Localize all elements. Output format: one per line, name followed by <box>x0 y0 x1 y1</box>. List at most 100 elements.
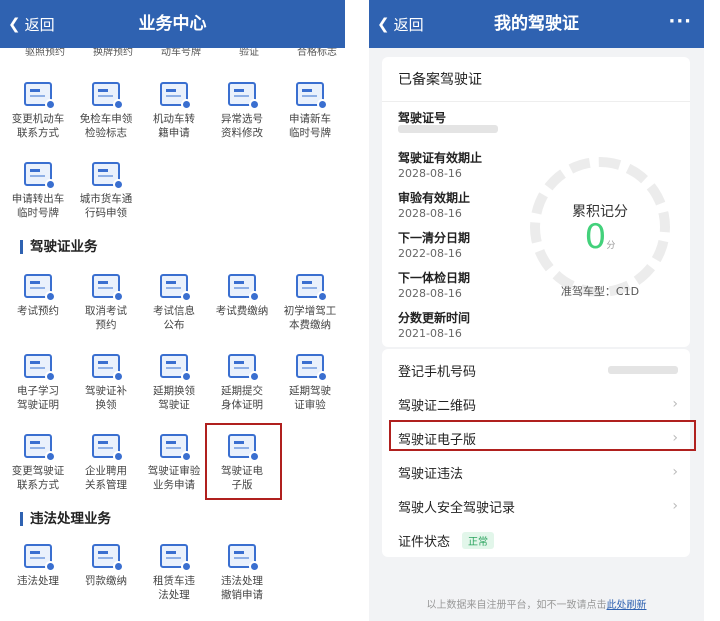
back-button[interactable]: ❮ 返回 <box>8 0 55 48</box>
plate-out-icon <box>24 162 56 190</box>
field-label: 驾驶证有效期止 <box>398 151 483 165</box>
service-item[interactable]: 免检车申领 检验标志 <box>72 78 140 158</box>
badge-dot-icon <box>45 291 56 302</box>
vehicle-type: 准驾车型：C1D <box>560 285 640 298</box>
field-label: 驾驶证号 <box>398 111 447 125</box>
service-item[interactable]: 驾驶证审验 业务申请 <box>140 430 208 510</box>
refresh-link[interactable]: 此处刷新 <box>607 600 647 611</box>
service-label: 违法处理 撤销申请 <box>221 575 263 601</box>
badge-dot-icon <box>113 179 124 190</box>
badge-dot-icon <box>113 291 124 302</box>
truck-icon <box>92 162 124 190</box>
score-value: 0分 <box>584 217 616 257</box>
service-item[interactable]: 变更驾驶证 联系方式 <box>4 430 72 510</box>
badge-dot-icon <box>45 371 56 382</box>
service-label: 考试预约 <box>17 305 59 317</box>
service-item[interactable]: 初学增驾工 本费缴纳 <box>276 270 344 350</box>
certificate-icon <box>24 354 56 382</box>
badge-icon <box>92 82 124 110</box>
calendar-icon <box>24 274 56 302</box>
edit-icon <box>228 82 260 110</box>
id-card-icon <box>296 274 328 302</box>
footer-note: 以上数据来自注册平台，如不一致请点击此处刷新 <box>426 600 647 611</box>
field-label: 审验有效期止 <box>398 191 471 205</box>
highlight-box <box>205 423 282 500</box>
cut-item[interactable]: 合格标志 <box>282 48 345 58</box>
more-options-icon[interactable]: ··· <box>668 0 692 44</box>
cut-item[interactable]: 动车号牌 <box>146 48 216 58</box>
service-item[interactable]: 罚款缴纳 <box>72 540 140 620</box>
service-label: 电子学习 驾驶证明 <box>17 385 59 411</box>
service-item[interactable]: 考试信息 公布 <box>140 270 208 350</box>
cut-item[interactable]: 驱照预约 <box>10 48 80 58</box>
service-item[interactable]: 考试预约 <box>4 270 72 350</box>
badge-dot-icon <box>249 561 260 572</box>
health-icon <box>228 354 260 382</box>
license-renew-icon <box>160 354 192 382</box>
service-item[interactable]: 申请新车 临时号牌 <box>276 78 344 158</box>
service-item[interactable]: 延期提交 身体证明 <box>208 350 276 430</box>
service-item[interactable]: 驾驶证补 换领 <box>72 350 140 430</box>
highlight-box <box>389 420 696 451</box>
badge-dot-icon <box>181 99 192 110</box>
service-item[interactable]: 延期驾驶 证审验 <box>276 350 344 430</box>
field-label: 下一清分日期 <box>398 231 471 245</box>
service-label: 取消考试 预约 <box>85 305 127 331</box>
row-phone[interactable]: 登记手机号码 <box>398 353 678 387</box>
service-item[interactable]: 变更机动车 联系方式 <box>4 78 72 158</box>
service-label: 申请新车 临时号牌 <box>289 113 331 139</box>
cut-item[interactable]: 换牌预约 <box>78 48 148 58</box>
service-item[interactable]: 违法处理 <box>4 540 72 620</box>
top-bar: ❮ 返回 我的驾驶证 ··· <box>369 0 704 48</box>
service-item[interactable]: 异常选号 资料修改 <box>208 78 276 158</box>
row-qr-code[interactable]: 驾驶证二维码 › <box>398 387 678 421</box>
badge-dot-icon <box>249 99 260 110</box>
field-value: 2022-08-16 <box>398 247 462 260</box>
service-label: 异常选号 资料修改 <box>221 113 263 139</box>
car-icon <box>24 544 56 572</box>
service-label: 城市货车通 行码申领 <box>79 193 133 219</box>
car-revoke-icon <box>228 544 260 572</box>
service-item[interactable]: 申请转出车 临时号牌 <box>4 158 72 238</box>
phone-card-icon <box>24 82 56 110</box>
service-item[interactable]: 城市货车通 行码申领 <box>72 158 140 238</box>
service-label: 免检车申领 检验标志 <box>79 113 133 139</box>
chevron-right-icon: › <box>672 464 678 480</box>
badge-dot-icon <box>181 371 192 382</box>
document-icon <box>160 82 192 110</box>
license-services-grid: 考试预约 取消考试 预约 考试信息 公布 考试费缴纳 初学增驾工 本费缴纳电子学习 驾驶… <box>4 270 344 510</box>
service-item[interactable]: 机动车转 籍申请 <box>140 78 208 158</box>
fine-icon <box>92 544 124 572</box>
service-item[interactable]: 考试费缴纳 <box>208 270 276 350</box>
badge-dot-icon <box>113 561 124 572</box>
service-item[interactable]: 延期换领 驾驶证 <box>140 350 208 430</box>
calendar-cancel-icon <box>92 274 124 302</box>
service-label: 考试信息 公布 <box>153 305 195 331</box>
badge-dot-icon <box>249 291 260 302</box>
my-license-screen: ❮ 返回 我的驾驶证 ··· 已备案驾驶证 驾驶证号 驾驶证有效期止 2028-0… <box>369 0 704 621</box>
violation-services-grid: 违法处理 罚款缴纳 租赁车违 法处理 违法处理 撤销申请 <box>4 540 344 620</box>
rental-car-icon <box>160 544 192 572</box>
row-violations[interactable]: 驾驶证违法 › <box>398 455 678 489</box>
service-label: 企业聘用 关系管理 <box>85 465 127 491</box>
service-label: 驾驶证审验 业务申请 <box>147 465 201 491</box>
review-icon <box>160 434 192 462</box>
badge-dot-icon <box>181 451 192 462</box>
field-value: 2028-08-16 <box>398 287 462 300</box>
section-title-violation: 违法处理业务 <box>20 512 111 526</box>
service-item[interactable]: 企业聘用 关系管理 <box>72 430 140 510</box>
back-button[interactable]: ❮ 返回 <box>377 0 424 48</box>
service-item[interactable]: 租赁车违 法处理 <box>140 540 208 620</box>
badge-dot-icon <box>45 99 56 110</box>
service-item[interactable]: 违法处理 撤销申请 <box>208 540 276 620</box>
service-label: 延期换领 驾驶证 <box>153 385 195 411</box>
service-item[interactable]: 电子学习 驾驶证明 <box>4 350 72 430</box>
service-item[interactable]: 取消考试 预约 <box>72 270 140 350</box>
service-label: 变更机动车 联系方式 <box>11 113 65 139</box>
plate-icon <box>296 82 328 110</box>
cut-item[interactable]: 验证 <box>214 48 284 58</box>
chevron-left-icon: ❮ <box>8 15 21 33</box>
payment-icon <box>228 274 260 302</box>
row-status: 证件状态 正常 <box>398 523 678 557</box>
row-safety-record[interactable]: 驾驶人安全驾驶记录 › <box>398 489 678 523</box>
